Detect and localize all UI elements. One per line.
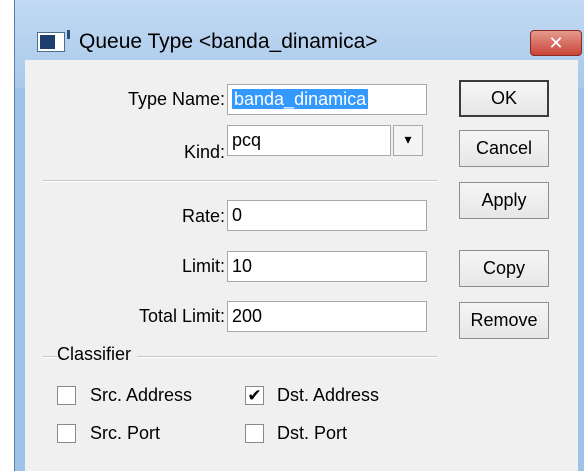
dst-port-checkbox[interactable] — [245, 424, 264, 443]
src-address-checkbox[interactable] — [57, 386, 76, 405]
total-limit-label: Total Limit: — [138, 306, 225, 326]
rate-input[interactable]: 0 — [227, 200, 427, 231]
cancel-button[interactable]: Cancel — [459, 130, 549, 167]
kind-dropdown-button[interactable]: ▾ — [393, 125, 423, 156]
dst-address-label[interactable]: Dst. Address — [277, 385, 379, 406]
form-separator — [43, 180, 437, 182]
close-icon: ✕ — [548, 33, 564, 53]
classifier-group-title: Classifier — [57, 344, 138, 365]
limit-input[interactable]: 10 — [227, 251, 427, 282]
rate-value: 0 — [232, 205, 243, 225]
dst-port-label[interactable]: Dst. Port — [277, 423, 347, 444]
kind-select[interactable]: pcq — [227, 125, 391, 156]
remove-button[interactable]: Remove — [459, 302, 549, 339]
rate-label: Rate: — [181, 206, 225, 226]
queue-type-window: Queue Type <banda_dinamica> ✕ Type Name:… — [14, 0, 584, 471]
type-name-label: Type Name: — [127, 89, 225, 109]
kind-label: Kind: — [183, 142, 225, 162]
src-port-label[interactable]: Src. Port — [90, 423, 160, 444]
limit-label: Limit: — [181, 256, 225, 276]
dialog-body: Type Name: banda_dinamica Kind: pcq ▾ Ra… — [25, 60, 578, 471]
kind-value: pcq — [232, 130, 262, 150]
dst-address-checkbox[interactable]: ✔ — [245, 386, 264, 405]
close-button[interactable]: ✕ — [530, 30, 582, 56]
src-port-checkbox[interactable] — [57, 424, 76, 443]
checkmark-icon: ✔ — [247, 386, 262, 405]
src-address-label[interactable]: Src. Address — [90, 385, 192, 406]
copy-button[interactable]: Copy — [459, 250, 549, 287]
app-window-icon — [37, 30, 70, 52]
type-name-input[interactable]: banda_dinamica — [227, 84, 427, 115]
type-name-value: banda_dinamica — [232, 89, 369, 109]
ok-button[interactable]: OK — [459, 80, 549, 117]
apply-button[interactable]: Apply — [459, 182, 549, 219]
window-title: Queue Type <banda_dinamica> — [79, 30, 378, 53]
total-limit-input[interactable]: 200 — [227, 301, 427, 332]
total-limit-value: 200 — [232, 306, 263, 326]
limit-value: 10 — [232, 256, 253, 276]
chevron-down-icon: ▾ — [404, 131, 412, 147]
